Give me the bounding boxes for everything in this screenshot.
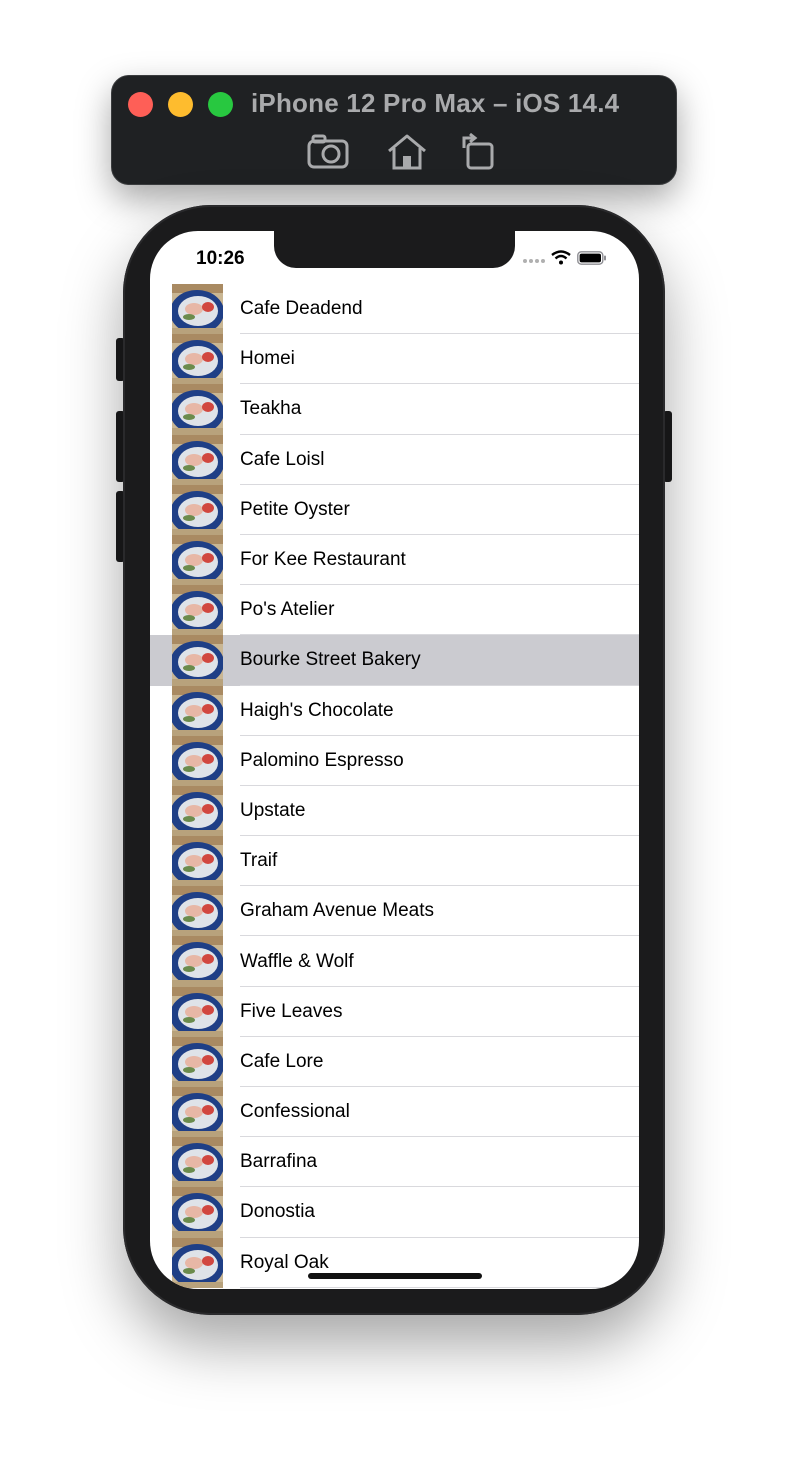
status-icons: [523, 250, 607, 270]
simulator-title-bar: iPhone 12 Pro Max – iOS 14.4: [111, 75, 677, 185]
list-item-label: Upstate: [240, 799, 306, 821]
screenshot-camera-icon[interactable]: [306, 132, 350, 172]
restaurant-thumbnail: [172, 1036, 223, 1087]
battery-icon: [577, 250, 607, 270]
restaurant-thumbnail: [172, 1137, 223, 1188]
list-item[interactable]: Cafe Loisl: [150, 434, 639, 485]
list-item-label: Waffle & Wolf: [240, 950, 354, 972]
restaurant-thumbnail: [172, 534, 223, 586]
list-item-label: Po's Atelier: [240, 599, 335, 621]
list-item[interactable]: Cafe Lore: [150, 1036, 639, 1087]
list-item-label: Teakha: [240, 398, 302, 420]
list-item-label: Petite Oyster: [240, 498, 350, 520]
list-item[interactable]: Barrafina: [150, 1137, 639, 1188]
list-item[interactable]: Petite Oyster: [150, 484, 639, 535]
list-item[interactable]: Haigh's Chocolate: [150, 685, 639, 736]
restaurant-thumbnail: [172, 284, 223, 335]
restaurant-thumbnail: [172, 585, 223, 636]
restaurant-thumbnail: [172, 685, 223, 736]
restaurant-thumbnail: [172, 936, 223, 987]
restaurant-thumbnail: [172, 1087, 223, 1138]
list-item[interactable]: Confessional: [150, 1087, 639, 1138]
simulator-stage: iPhone 12 Pro Max – iOS 14.4 10:26 Cafe …: [0, 0, 788, 1464]
list-item[interactable]: Teakha: [150, 384, 639, 435]
list-item-label: Homei: [240, 348, 295, 370]
home-indicator[interactable]: [308, 1273, 482, 1279]
restaurant-thumbnail: [172, 484, 223, 535]
list-item-label: Royal Oak: [240, 1251, 329, 1273]
restaurant-list[interactable]: Cafe Deadend Homei Teakha Cafe Loisl Pet…: [150, 284, 639, 1288]
list-item[interactable]: Palomino Espresso: [150, 735, 639, 786]
row-separator: [240, 1286, 639, 1288]
rotate-icon[interactable]: [458, 132, 502, 172]
wifi-icon: [551, 250, 571, 270]
restaurant-thumbnail: [172, 735, 223, 786]
list-item-label: Cafe Deadend: [240, 298, 363, 320]
list-item-label: Confessional: [240, 1101, 350, 1123]
list-item[interactable]: Homei: [150, 334, 639, 385]
restaurant-thumbnail: [172, 1187, 223, 1238]
restaurant-thumbnail: [172, 1237, 223, 1288]
restaurant-thumbnail: [172, 785, 223, 837]
list-item-label: Cafe Lore: [240, 1050, 324, 1072]
list-item[interactable]: For Kee Restaurant: [150, 534, 639, 586]
list-item-label: For Kee Restaurant: [240, 549, 406, 571]
list-item[interactable]: Upstate: [150, 785, 639, 837]
home-icon[interactable]: [385, 132, 429, 172]
zoom-window-button[interactable]: [208, 92, 233, 117]
list-item-label: Palomino Espresso: [240, 749, 404, 771]
iphone-screen: 10:26 Cafe Deadend Homei Teakha Cafe Loi…: [150, 231, 639, 1289]
restaurant-thumbnail: [172, 886, 223, 937]
list-item-label: Donostia: [240, 1201, 315, 1223]
restaurant-thumbnail: [172, 986, 223, 1037]
list-item-label: Traif: [240, 850, 278, 872]
list-item[interactable]: Bourke Street Bakery: [150, 635, 639, 686]
list-item-label: Graham Avenue Meats: [240, 900, 434, 922]
list-item-label: Haigh's Chocolate: [240, 699, 394, 721]
restaurant-thumbnail: [172, 384, 223, 435]
list-item-label: Bourke Street Bakery: [240, 649, 421, 671]
notch: [274, 231, 515, 268]
list-item[interactable]: Waffle & Wolf: [150, 936, 639, 987]
restaurant-thumbnail: [172, 434, 223, 485]
close-window-button[interactable]: [128, 92, 153, 117]
list-item[interactable]: Graham Avenue Meats: [150, 886, 639, 937]
restaurant-thumbnail: [172, 836, 223, 887]
status-time: 10:26: [196, 248, 245, 269]
list-item[interactable]: Donostia: [150, 1187, 639, 1238]
restaurant-thumbnail: [172, 635, 223, 686]
list-item[interactable]: Five Leaves: [150, 986, 639, 1037]
cellular-signal-icon: [523, 251, 545, 269]
restaurant-thumbnail: [172, 334, 223, 385]
list-item-label: Five Leaves: [240, 1000, 343, 1022]
list-item[interactable]: Po's Atelier: [150, 585, 639, 636]
simulator-title: iPhone 12 Pro Max – iOS 14.4: [251, 88, 620, 118]
list-item-label: Cafe Loisl: [240, 448, 325, 470]
list-item[interactable]: Royal Oak: [150, 1237, 639, 1288]
list-item-label: Barrafina: [240, 1151, 318, 1173]
list-item[interactable]: Traif: [150, 836, 639, 887]
minimize-window-button[interactable]: [168, 92, 193, 117]
list-item[interactable]: Cafe Deadend: [150, 284, 639, 335]
